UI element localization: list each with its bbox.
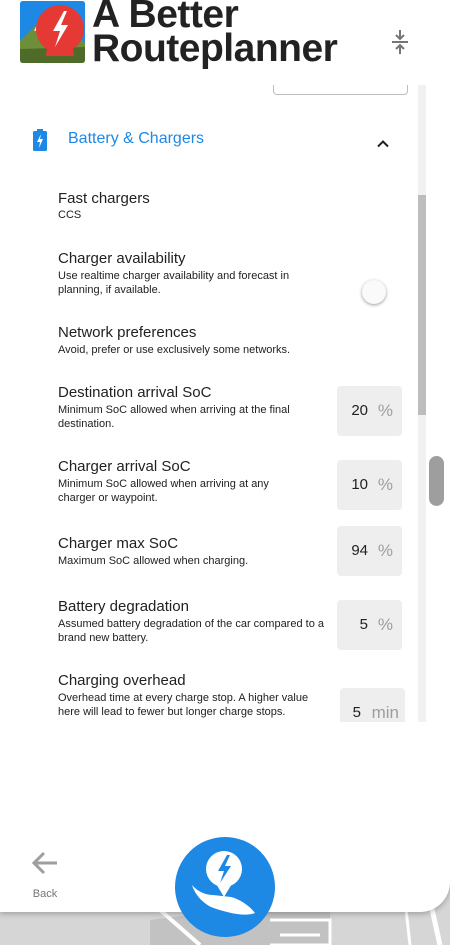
battery-degradation-unit: %	[377, 615, 393, 634]
charging-overhead-input[interactable]: 5 min	[340, 688, 405, 722]
chevron-up-icon[interactable]	[376, 135, 390, 153]
network-preferences-title: Network preferences	[58, 324, 197, 341]
charger-max-soc-input[interactable]: 94 %	[337, 526, 402, 576]
destination-arrival-soc-unit: %	[377, 401, 393, 420]
charger-arrival-soc-unit: %	[377, 475, 393, 494]
settings-panel: A Better Routeplanner Battery & Chargers	[0, 0, 450, 912]
logo-line-2: Routeplanner	[92, 27, 338, 70]
battery-degradation-value: 5	[359, 616, 368, 633]
vertical-collapse-icon[interactable]	[388, 28, 412, 56]
app-logo	[20, 1, 85, 63]
app-logo-text: A Better Routeplanner	[92, 0, 338, 70]
charger-arrival-soc-input[interactable]: 10 %	[337, 460, 402, 510]
charger-arrival-soc-title: Charger arrival SoC	[58, 458, 191, 475]
charger-max-soc-title: Charger max SoC	[58, 535, 179, 552]
charging-overhead-unit: min	[371, 703, 399, 722]
plan-route-icon	[187, 847, 265, 928]
battery-chargers-section-header[interactable]: Battery & Chargers	[0, 115, 418, 165]
battery-degradation-desc: Assumed battery degradation of the car c…	[58, 618, 324, 644]
battery-degradation-input[interactable]: 5 %	[337, 600, 402, 650]
network-preferences-setting[interactable]: Network preferences Avoid, prefer or use…	[58, 324, 403, 357]
inner-scrollbar-thumb[interactable]	[418, 195, 426, 415]
fast-chargers-title: Fast chargers	[58, 190, 150, 207]
charger-arrival-soc-value: 10	[351, 476, 368, 493]
charging-overhead-value: 5	[352, 704, 361, 721]
previous-dropdown[interactable]	[273, 85, 408, 95]
destination-arrival-soc-input[interactable]: 20 %	[337, 386, 402, 436]
charger-availability-setting: Charger availability Use realtime charge…	[58, 250, 403, 297]
destination-arrival-soc-value: 20	[351, 402, 368, 419]
section-title: Battery & Chargers	[68, 130, 205, 147]
charger-availability-desc: Use realtime charger availability and fo…	[58, 270, 290, 296]
plan-route-button[interactable]	[175, 837, 275, 937]
back-label: Back	[32, 888, 58, 900]
settings-scroll-area[interactable]: Battery & Chargers Fast chargers CCS Cha…	[0, 85, 418, 722]
charger-availability-title: Charger availability	[58, 250, 186, 267]
charger-arrival-soc-desc: Minimum SoC allowed when arriving at any…	[58, 478, 269, 504]
charging-overhead-title: Charging overhead	[58, 672, 186, 689]
destination-arrival-soc-title: Destination arrival SoC	[58, 384, 212, 401]
charger-max-soc-desc: Maximum SoC allowed when charging.	[58, 555, 249, 567]
network-preferences-desc: Avoid, prefer or use exclusively some ne…	[58, 344, 291, 356]
fast-chargers-setting[interactable]: Fast chargers CCS	[58, 190, 403, 222]
arrow-left-icon	[31, 851, 59, 880]
charger-max-soc-value: 94	[351, 542, 368, 559]
battery-degradation-title: Battery degradation	[58, 598, 189, 615]
back-button[interactable]: Back	[20, 843, 70, 903]
destination-arrival-soc-desc: Minimum SoC allowed when arriving at the…	[58, 404, 290, 430]
battery-charging-icon	[33, 129, 47, 156]
app-header: A Better Routeplanner	[0, 0, 450, 85]
fast-chargers-value: CCS	[58, 209, 82, 221]
charging-overhead-desc: Overhead time at every charge stop. A hi…	[58, 692, 309, 718]
outer-scrollbar-thumb[interactable]	[429, 456, 444, 506]
charger-max-soc-unit: %	[377, 541, 393, 560]
charger-availability-toggle[interactable]	[362, 280, 386, 304]
